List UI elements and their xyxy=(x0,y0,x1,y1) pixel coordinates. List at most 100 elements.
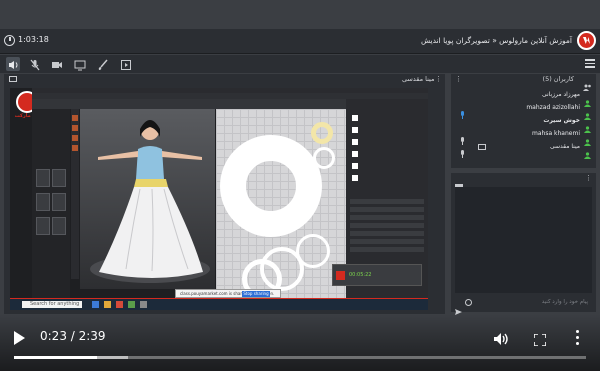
taskbar-app-icon xyxy=(104,301,111,308)
presenter-name: مینا مقدسی xyxy=(402,75,435,83)
person-icon xyxy=(584,131,591,146)
recorder-time: 00:05:22 xyxy=(349,272,372,278)
library-panel xyxy=(32,109,70,299)
mic-icon xyxy=(460,143,465,158)
tool-column xyxy=(71,109,79,279)
brush-icon[interactable] xyxy=(96,57,110,71)
user-name: mahsa khanemi xyxy=(532,130,580,137)
users-icon xyxy=(583,76,592,91)
taskbar-app-icon xyxy=(140,301,147,308)
fabric-swatch xyxy=(352,151,358,157)
speaker-icon[interactable] xyxy=(6,57,20,71)
course-title: آموزش آنلاین مارولوس « تصویرگران پویا ان… xyxy=(420,36,572,45)
brand-logo xyxy=(577,31,596,50)
top-bar: 1:03:18 آموزش آنلاین مارولوس « تصویرگران… xyxy=(0,29,600,54)
property-row xyxy=(350,239,424,244)
user-row[interactable]: mahsa khanemi xyxy=(451,128,596,146)
avatar-thumbnail xyxy=(52,169,66,187)
chat-panel: ⋮ پیام خود را وارد کنید xyxy=(451,173,596,315)
more-options-icon[interactable]: ⋮ xyxy=(585,174,592,182)
chat-input[interactable]: پیام خود را وارد کنید xyxy=(455,297,592,315)
send-icon[interactable] xyxy=(455,300,462,315)
pattern-editor xyxy=(216,109,346,299)
user-row[interactable]: خوش سیرت xyxy=(451,115,596,133)
mic-icon xyxy=(460,130,465,145)
property-row xyxy=(350,215,424,220)
fabric-swatch xyxy=(352,163,358,169)
video-time: 0:23 / 2:39 xyxy=(40,329,106,343)
avatar-thumbnail xyxy=(36,217,50,235)
pattern-ring xyxy=(311,122,333,144)
user-row[interactable]: مینا مقدسی xyxy=(451,141,596,159)
elapsed-time: 1:03:18 xyxy=(18,35,49,44)
pattern-ring xyxy=(220,135,322,237)
user-row[interactable]: mahzad azizollahi xyxy=(451,102,596,120)
avatar-thumbnail xyxy=(36,193,50,211)
property-row xyxy=(350,207,424,212)
avatar-thumbnail xyxy=(52,217,66,235)
video-controls: 0:23 / 2:39 xyxy=(0,314,600,371)
user-name: مینا مقدسی xyxy=(550,143,580,150)
tool-icon xyxy=(72,125,78,131)
sharing-notice: class.pouyamarket.com is sharing your sc… xyxy=(175,289,281,298)
fabric-swatch xyxy=(352,139,358,145)
property-row xyxy=(350,199,424,204)
user-name: خوش سیرت xyxy=(543,117,580,124)
presentation-icon[interactable] xyxy=(119,57,133,71)
presenter-panel: مینا مقدسی ⋮ پویا مارکت 00:05:22 class.p… xyxy=(4,74,445,314)
person-icon xyxy=(584,118,591,133)
property-row xyxy=(350,247,424,252)
camera-icon[interactable] xyxy=(50,57,64,71)
tool-icon xyxy=(72,135,78,141)
user-name: مهرزاد مرزبانی xyxy=(541,91,580,98)
screen-share-icon[interactable] xyxy=(73,57,87,71)
user-row[interactable]: مهرزاد مرزبانی xyxy=(451,89,596,107)
chat-messages xyxy=(455,187,592,293)
avatar-thumbnail xyxy=(52,193,66,211)
toolbar xyxy=(0,55,600,73)
pattern-ring xyxy=(296,234,330,268)
fabric-swatch xyxy=(352,127,358,133)
fullscreen-icon[interactable] xyxy=(533,331,547,347)
mic-muted-icon[interactable] xyxy=(28,57,42,71)
screen-recorder-widget: 00:05:22 xyxy=(332,264,422,286)
menu-icon[interactable] xyxy=(585,59,595,68)
tool-icon xyxy=(72,115,78,121)
3d-viewport xyxy=(80,109,215,289)
more-options-icon[interactable]: ⋮ xyxy=(435,75,442,83)
more-options-icon[interactable]: ⋮ xyxy=(455,75,462,83)
monitor-icon xyxy=(9,76,17,82)
property-row xyxy=(350,231,424,236)
avatar-figure xyxy=(90,120,210,283)
mic-icon xyxy=(460,104,465,119)
stop-sharing-button: Stop sharing xyxy=(242,291,270,297)
desktop-share-icon xyxy=(478,144,486,150)
more-options-icon[interactable] xyxy=(576,330,580,346)
windows-taskbar: Search for anything xyxy=(10,299,428,310)
record-stop-icon xyxy=(336,271,345,280)
play-icon[interactable] xyxy=(14,331,25,345)
taskbar-app-icon xyxy=(128,301,135,308)
person-icon xyxy=(584,92,591,107)
users-panel: ⋮ کاربران (5) مهرزاد مرزبانی mahzad aziz… xyxy=(451,74,596,168)
played-bar xyxy=(14,356,97,359)
person-icon xyxy=(584,144,591,159)
users-header: کاربران (5) xyxy=(542,75,574,83)
taskbar-search: Search for anything xyxy=(22,301,82,308)
person-icon xyxy=(584,105,591,120)
chat-placeholder: پیام خود را وارد کنید xyxy=(541,299,588,305)
taskbar-app-icon xyxy=(116,301,123,308)
avatar-thumbnail xyxy=(36,169,50,187)
volume-icon[interactable] xyxy=(493,331,509,345)
emoji-icon[interactable] xyxy=(465,299,472,306)
pattern-ring xyxy=(313,147,335,169)
shared-screen: پویا مارکت 00:05:22 class.pouyamarket.co… xyxy=(10,88,428,310)
tool-icon xyxy=(72,145,78,151)
chat-icon xyxy=(455,176,463,191)
video-progress-bar[interactable] xyxy=(14,356,586,359)
taskbar-app-icon xyxy=(92,301,99,308)
clock-icon xyxy=(4,35,15,46)
fabric-swatch xyxy=(352,115,358,121)
user-name: mahzad azizollahi xyxy=(526,104,580,111)
property-row xyxy=(350,223,424,228)
